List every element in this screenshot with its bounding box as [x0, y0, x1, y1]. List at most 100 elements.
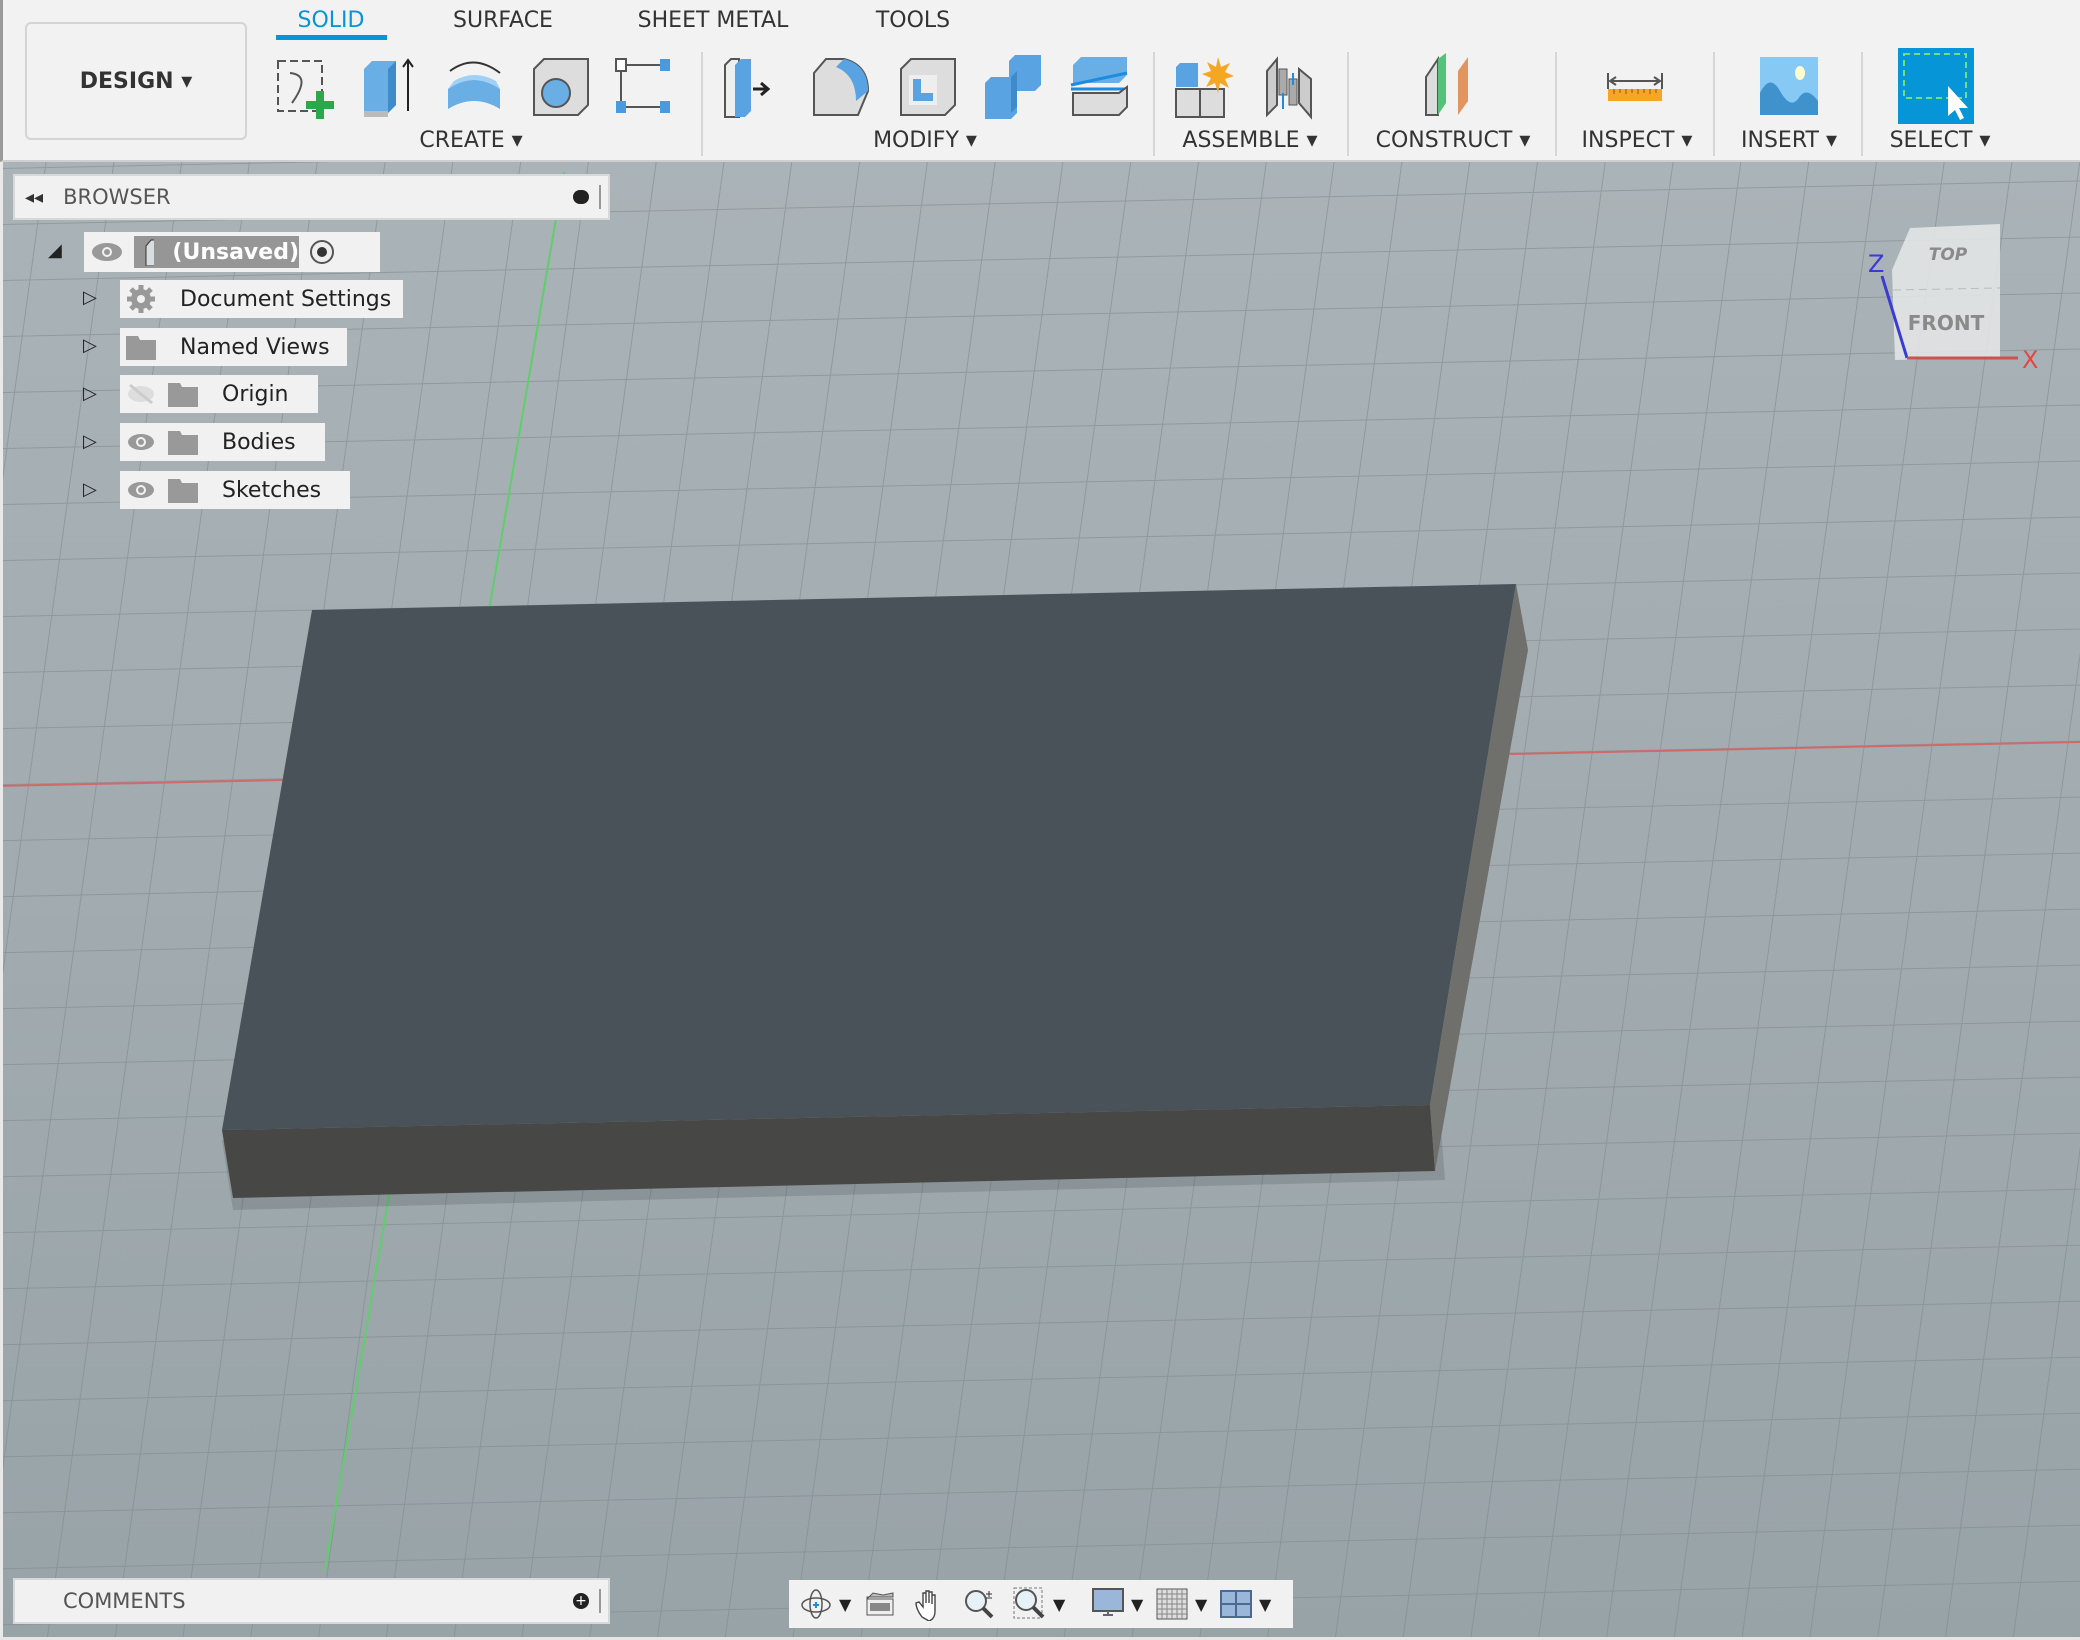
folder-icon — [168, 479, 198, 503]
activate-radio-icon[interactable] — [307, 237, 337, 267]
display-settings-icon[interactable] — [1091, 1587, 1125, 1621]
create-menu[interactable]: CREATE ▾ — [419, 128, 522, 153]
panel-grip[interactable] — [599, 1589, 602, 1613]
grid-settings-icon[interactable] — [1155, 1587, 1189, 1621]
body-top-face[interactable] — [222, 584, 1516, 1130]
x-axis-label: X — [2022, 346, 2038, 374]
create-label: CREATE — [419, 128, 505, 153]
assemble-label: ASSEMBLE — [1182, 128, 1300, 153]
collapse-root-icon[interactable]: ◢ — [48, 240, 62, 261]
zoom-window-icon[interactable] — [1013, 1587, 1047, 1621]
viewcube-top-label[interactable]: TOP — [1929, 245, 1968, 265]
workspace-switcher[interactable]: DESIGN ▾ — [25, 22, 247, 140]
select-menu[interactable]: SELECT ▾ — [1890, 128, 1991, 153]
create-sketch-icon[interactable] — [272, 53, 338, 121]
panel-grip[interactable] — [599, 185, 602, 209]
folder-icon — [126, 336, 156, 360]
item-label: Sketches — [222, 477, 322, 503]
insert-label: INSERT — [1741, 128, 1819, 153]
press-pull-icon[interactable] — [721, 53, 787, 121]
hole-icon[interactable] — [528, 53, 594, 121]
browser-panel-header: ◂◂ BROWSER — [13, 174, 610, 220]
offset-plane-icon[interactable] — [1420, 53, 1486, 121]
item-label: Named Views — [180, 334, 330, 360]
offset-face-icon[interactable] — [1067, 53, 1133, 121]
browser-title: BROWSER — [63, 185, 171, 209]
tab-solid[interactable]: SOLID — [298, 8, 365, 33]
browser-item-sketches[interactable]: Sketches — [120, 471, 350, 509]
expand-icon[interactable]: ▷ — [83, 335, 97, 356]
modify-menu[interactable]: MODIFY ▾ — [873, 128, 977, 153]
item-label: Document Settings — [180, 286, 392, 312]
zoom-dropdown-icon[interactable]: ▼ — [1053, 1595, 1071, 1614]
inspect-menu[interactable]: INSPECT ▾ — [1582, 128, 1693, 153]
new-component-icon[interactable] — [1172, 53, 1238, 121]
browser-minimize-icon[interactable] — [573, 190, 589, 204]
look-at-icon[interactable] — [863, 1587, 897, 1621]
expand-icon[interactable]: ▷ — [83, 431, 97, 452]
gear-icon — [127, 285, 155, 313]
browser-item-named-views[interactable]: Named Views — [120, 328, 347, 366]
z-axis-label: Z — [1868, 250, 1884, 278]
assemble-menu[interactable]: ASSEMBLE ▾ — [1182, 128, 1317, 153]
navigation-bar: ▼ ▼ ▼ ▼ ▼ — [789, 1580, 1293, 1628]
eye-icon[interactable] — [126, 431, 156, 453]
group-divider — [1555, 52, 1557, 156]
grid-dropdown-icon[interactable]: ▼ — [1195, 1595, 1213, 1614]
select-label: SELECT — [1889, 128, 1973, 153]
insert-menu[interactable]: INSERT ▾ — [1741, 128, 1837, 153]
expand-icon[interactable]: ▷ — [83, 479, 97, 500]
expand-icon[interactable]: ▷ — [83, 287, 97, 308]
construct-label: CONSTRUCT — [1375, 128, 1513, 153]
eye-hidden-icon[interactable] — [126, 383, 156, 405]
root-item-label: (Unsaved) — [172, 239, 299, 265]
add-comment-icon[interactable]: + — [573, 1593, 589, 1609]
item-label: Bodies — [222, 429, 296, 455]
group-divider — [1713, 52, 1715, 156]
display-dropdown-icon[interactable]: ▼ — [1131, 1595, 1149, 1614]
fillet-icon[interactable] — [808, 53, 874, 121]
collapse-browser-icon[interactable]: ◂◂ — [25, 187, 43, 208]
browser-root-item[interactable]: (Unsaved) — [84, 232, 380, 272]
insert-image-icon[interactable] — [1756, 53, 1822, 121]
comments-title: COMMENTS — [63, 1589, 186, 1613]
item-label: Origin — [222, 381, 289, 407]
box-body[interactable] — [222, 584, 1528, 1198]
viewports-icon[interactable] — [1219, 1587, 1253, 1621]
combine-icon[interactable] — [981, 53, 1047, 121]
select-icon[interactable] — [1898, 48, 1974, 124]
eye-icon[interactable] — [90, 241, 124, 263]
toolbar: DESIGN ▾ SOLID SURFACE SHEET METAL TOOLS… — [0, 0, 2080, 162]
orbit-dropdown-icon[interactable]: ▼ — [839, 1595, 857, 1614]
component-icon — [145, 239, 155, 266]
browser-item-origin[interactable]: Origin — [120, 375, 318, 413]
tab-tools[interactable]: TOOLS — [876, 8, 950, 33]
group-divider — [1347, 52, 1349, 156]
root-item-label-box[interactable]: (Unsaved) — [134, 236, 299, 268]
eye-icon[interactable] — [126, 479, 156, 501]
browser-item-document-settings[interactable]: Document Settings — [120, 280, 403, 318]
orbit-icon[interactable] — [799, 1587, 833, 1621]
modify-label: MODIFY — [873, 128, 959, 153]
active-tab-indicator — [276, 35, 387, 40]
comments-panel-header[interactable]: COMMENTS + — [13, 1578, 610, 1624]
inspect-label: INSPECT — [1581, 128, 1675, 153]
expand-icon[interactable]: ▷ — [83, 383, 97, 404]
revolve-icon[interactable] — [442, 53, 508, 121]
pattern-icon[interactable] — [612, 53, 678, 121]
group-divider — [1153, 52, 1155, 156]
tab-sheet-metal[interactable]: SHEET METAL — [638, 8, 789, 33]
shell-icon[interactable] — [895, 53, 961, 121]
measure-icon[interactable] — [1602, 53, 1668, 121]
browser-item-bodies[interactable]: Bodies — [120, 423, 325, 461]
viewports-dropdown-icon[interactable]: ▼ — [1259, 1595, 1277, 1614]
pan-hand-icon[interactable] — [913, 1587, 947, 1621]
zoom-icon[interactable] — [963, 1587, 997, 1621]
construct-menu[interactable]: CONSTRUCT ▾ — [1376, 128, 1531, 153]
tab-surface[interactable]: SURFACE — [453, 8, 553, 33]
group-divider — [701, 52, 703, 156]
folder-icon — [168, 431, 198, 455]
extrude-icon[interactable] — [356, 53, 422, 121]
joint-icon[interactable] — [1259, 53, 1325, 121]
viewcube-front-label[interactable]: FRONT — [1908, 311, 1985, 335]
